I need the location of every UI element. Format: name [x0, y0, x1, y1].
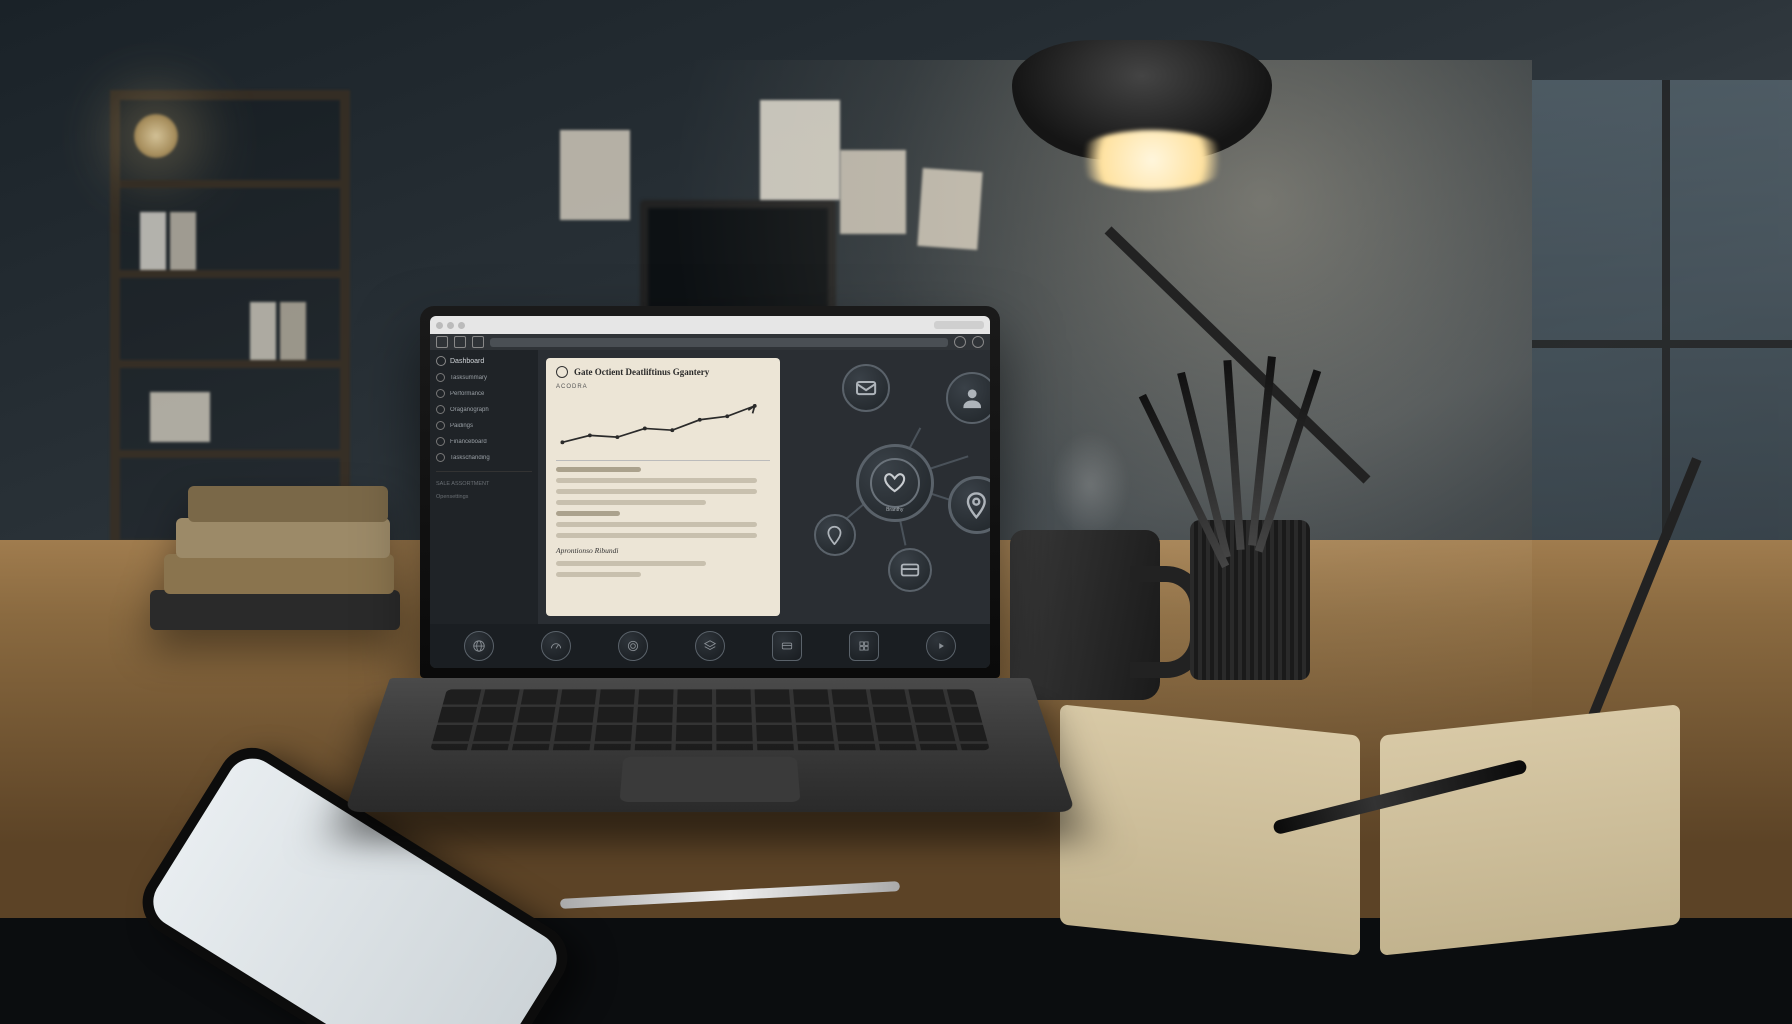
- dock-play-icon[interactable]: [926, 631, 956, 661]
- mail-icon: [854, 376, 878, 400]
- sidebar-item[interactable]: Tasksummary: [436, 373, 532, 382]
- sidebar-footer: SALE ASSORTMENT: [436, 481, 532, 487]
- hub-node-pin[interactable]: [948, 476, 990, 534]
- menu-icon[interactable]: [972, 336, 984, 348]
- sidebar-item[interactable]: Paidings: [436, 421, 532, 430]
- card-icon: [899, 559, 921, 581]
- dock-target-icon[interactable]: [618, 631, 648, 661]
- hub-node-mail[interactable]: [842, 364, 890, 412]
- section-label: ACODRA: [556, 384, 770, 390]
- hub-node-card[interactable]: [888, 548, 932, 592]
- reload-icon[interactable]: [472, 336, 484, 348]
- text-line: [556, 511, 620, 516]
- dock-grid-icon[interactable]: [849, 631, 879, 661]
- report-panel: Gate Octient Deatliftinus Ggantery ACODR…: [546, 358, 780, 616]
- back-icon[interactable]: [436, 336, 448, 348]
- panel-title: Gate Octient Deatliftinus Ggantery: [574, 367, 709, 377]
- window-control-icon[interactable]: [447, 322, 454, 329]
- dock-layers-icon[interactable]: [695, 631, 725, 661]
- dock-gauge-icon[interactable]: [541, 631, 571, 661]
- text-line: [556, 478, 757, 483]
- pin-icon: [962, 491, 990, 520]
- user-icon: [959, 385, 985, 411]
- hub-node-center[interactable]: Branthy: [856, 444, 934, 522]
- sidebar-item[interactable]: Performance: [436, 389, 532, 398]
- sidebar-item[interactable]: Oraganograph: [436, 405, 532, 414]
- open-notebook: [1060, 720, 1680, 960]
- bottom-dock: [430, 624, 990, 668]
- forward-icon[interactable]: [454, 336, 466, 348]
- laptop-keyboard: [345, 678, 1076, 812]
- text-line: [556, 500, 706, 505]
- laptop-screen: Dashboard Tasksummary Performance Oragan…: [430, 316, 990, 668]
- heart-icon: [870, 458, 920, 508]
- sidebar-item[interactable]: Financeboard: [436, 437, 532, 446]
- sidebar: Dashboard Tasksummary Performance Oragan…: [430, 350, 538, 624]
- coffee-steam: [1050, 430, 1130, 540]
- text-line: [556, 561, 706, 566]
- bookshelf: [110, 90, 350, 550]
- hub-node-user[interactable]: [946, 372, 990, 424]
- text-line: [556, 467, 641, 472]
- tab[interactable]: [934, 321, 984, 329]
- search-icon[interactable]: [954, 336, 966, 348]
- network-visualisation: Branthy: [788, 358, 982, 616]
- text-line: [556, 533, 757, 538]
- window-control-icon[interactable]: [458, 322, 465, 329]
- panel-icon: [556, 366, 568, 378]
- laptop: Dashboard Tasksummary Performance Oragan…: [420, 306, 1000, 888]
- window-control-icon[interactable]: [436, 322, 443, 329]
- panel-subheading: Aprontionso Ribundi: [556, 546, 770, 555]
- text-line: [556, 522, 757, 527]
- trend-chart: [556, 396, 770, 461]
- coffee-mug: [1010, 530, 1160, 700]
- dock-card-icon[interactable]: [772, 631, 802, 661]
- sidebar-header: Dashboard: [436, 356, 532, 366]
- trackpad: [619, 757, 800, 802]
- pin-icon: [824, 525, 845, 546]
- office-window: [1532, 80, 1792, 600]
- window-titlebar: [430, 316, 990, 334]
- address-bar[interactable]: [490, 338, 948, 347]
- text-line: [556, 489, 757, 494]
- dock-globe-icon[interactable]: [464, 631, 494, 661]
- workspace-scene: Dashboard Tasksummary Performance Oragan…: [0, 0, 1792, 1024]
- browser-toolbar: [430, 334, 990, 350]
- text-line: [556, 572, 641, 577]
- sidebar-item[interactable]: Taskschanding: [436, 453, 532, 462]
- hub-label: Branthy: [886, 507, 903, 513]
- hub-node-pin2[interactable]: [814, 514, 856, 556]
- sidebar-footer[interactable]: Opensettings: [436, 494, 532, 500]
